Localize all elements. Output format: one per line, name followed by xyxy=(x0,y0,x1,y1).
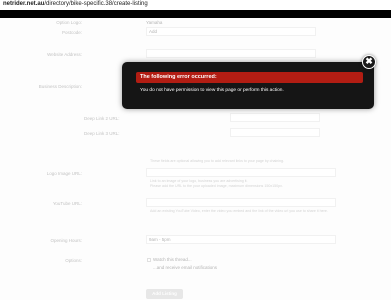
error-message: You do not have permission to view this … xyxy=(140,88,284,93)
browser-toolbar: netrider.net.au/directory/bike-specific.… xyxy=(0,0,391,9)
url-path: /directory/bike-specific.38/create-listi… xyxy=(44,1,148,7)
modal-overlay xyxy=(0,18,391,300)
error-title: The following error occurred: xyxy=(136,72,363,83)
close-icon[interactable]: ✖ xyxy=(362,55,376,69)
url-domain: netrider.net.au xyxy=(3,1,45,7)
address-bar[interactable]: netrider.net.au/directory/bike-specific.… xyxy=(3,1,148,8)
bookmarks-bar xyxy=(0,10,391,18)
error-dialog: The following error occurred: You do not… xyxy=(122,62,374,109)
